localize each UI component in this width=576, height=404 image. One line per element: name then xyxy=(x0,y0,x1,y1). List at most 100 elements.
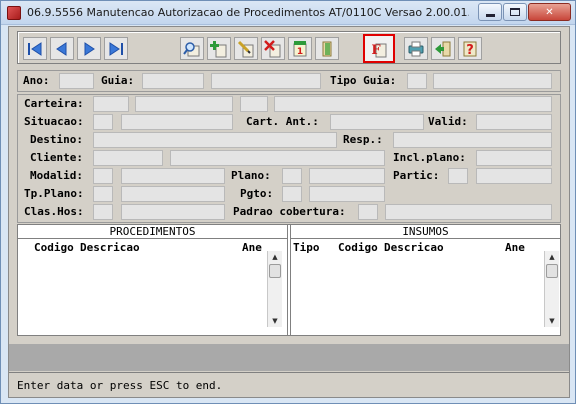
padrao-cobertura-description-field[interactable] xyxy=(385,204,552,220)
cliente-label: Cliente: xyxy=(30,151,83,164)
last-record-button[interactable] xyxy=(104,37,128,60)
procedimentos-title: PROCEDIMENTOS xyxy=(18,225,287,239)
window-title: 06.9.5556 Manutencao Autorizacao de Proc… xyxy=(27,6,469,19)
padrao-cobertura-field[interactable] xyxy=(358,204,378,220)
previous-record-icon xyxy=(56,41,67,56)
situacao-description-field[interactable] xyxy=(121,114,233,130)
tp-plano-description-field[interactable] xyxy=(121,186,225,202)
edit-icon xyxy=(237,40,254,57)
resp-label: Resp.: xyxy=(343,133,383,146)
destino-field[interactable] xyxy=(93,132,337,148)
scroll-up-icon[interactable]: ▲ xyxy=(545,251,559,263)
maximize-button[interactable] xyxy=(503,3,527,21)
scroll-down-icon[interactable]: ▼ xyxy=(545,315,559,327)
guia-description-field[interactable] xyxy=(211,73,321,89)
form-panel: Carteira: Situacao: Cart. Ant.: Valid: D… xyxy=(17,94,561,223)
modalid-field[interactable] xyxy=(93,168,113,184)
next-record-button[interactable] xyxy=(77,37,101,60)
procedimentos-scrollbar[interactable]: ▲ ▼ xyxy=(267,251,282,327)
padrao-cobertura-label: Padrao cobertura: xyxy=(233,205,346,218)
scroll-up-icon[interactable]: ▲ xyxy=(268,251,282,263)
incl-plano-label: Incl.plano: xyxy=(393,151,466,164)
print-button[interactable] xyxy=(404,37,428,60)
previous-record-button[interactable] xyxy=(50,37,74,60)
carteira-field[interactable] xyxy=(93,96,129,112)
procedimentos-ane-header[interactable]: Ane xyxy=(242,241,262,254)
close-icon: ✕ xyxy=(545,6,554,18)
scroll-down-icon[interactable]: ▼ xyxy=(268,315,282,327)
svg-text:1: 1 xyxy=(297,47,303,57)
next-record-icon xyxy=(84,41,95,56)
delete-button[interactable] xyxy=(261,37,285,60)
plano-label: Plano: xyxy=(231,169,271,182)
tp-plano-field[interactable] xyxy=(93,186,113,202)
carteira-name-field[interactable] xyxy=(135,96,233,112)
help-button[interactable]: ? xyxy=(458,37,482,60)
partic-description-field[interactable] xyxy=(476,168,552,184)
pgto-description-field[interactable] xyxy=(309,186,385,202)
add-icon xyxy=(210,40,227,57)
ano-field[interactable] xyxy=(59,73,94,89)
svg-text:F: F xyxy=(371,43,381,58)
exit-door-button[interactable] xyxy=(315,37,339,60)
minimize-icon xyxy=(485,13,495,17)
insumos-panel: INSUMOS Tipo Codigo Descricao Ane ▲ ▼ xyxy=(290,225,560,335)
carteira-holder-field[interactable] xyxy=(274,96,552,112)
app-icon xyxy=(7,6,21,20)
clas-hos-description-field[interactable] xyxy=(121,204,225,220)
go-to-button[interactable]: 1 xyxy=(288,37,312,60)
client-area: 1 F ? Ano: Guia: Tipo Guia: Carteira: Si… xyxy=(8,26,570,398)
procedimentos-codigo-header[interactable]: Codigo xyxy=(34,241,74,254)
guia-field[interactable] xyxy=(142,73,204,89)
search-button[interactable] xyxy=(180,37,204,60)
plano-description-field[interactable] xyxy=(309,168,385,184)
edit-button[interactable] xyxy=(234,37,258,60)
clas-hos-label: Clas.Hos: xyxy=(24,205,84,218)
procedimentos-panel: PROCEDIMENTOS Codigo Descricao Ane ▲ ▼ xyxy=(18,225,288,335)
filter-button[interactable]: F xyxy=(363,34,395,63)
resp-field[interactable] xyxy=(393,132,552,148)
delete-icon xyxy=(264,39,281,57)
maximize-icon xyxy=(510,8,520,16)
pgto-field[interactable] xyxy=(282,186,302,202)
insumos-codigo-header[interactable]: Codigo xyxy=(338,241,378,254)
incl-plano-field[interactable] xyxy=(476,150,552,166)
situacao-field[interactable] xyxy=(93,114,113,130)
modalid-description-field[interactable] xyxy=(121,168,225,184)
partic-label: Partic: xyxy=(393,169,440,182)
cliente-name-field[interactable] xyxy=(170,150,385,166)
cliente-field[interactable] xyxy=(93,150,163,166)
guia-label: Guia: xyxy=(101,74,135,87)
insumos-scrollbar[interactable]: ▲ ▼ xyxy=(544,251,559,327)
insumos-title: INSUMOS xyxy=(291,225,560,239)
minimize-button[interactable] xyxy=(478,3,502,21)
clas-hos-field[interactable] xyxy=(93,204,113,220)
status-message: Enter data or press ESC to end. xyxy=(17,379,223,392)
first-record-button[interactable] xyxy=(23,37,47,60)
close-button[interactable]: ✕ xyxy=(528,3,571,21)
carteira-digit-field[interactable] xyxy=(240,96,268,112)
scroll-thumb[interactable] xyxy=(546,264,558,278)
svg-text:?: ? xyxy=(466,43,474,58)
insumos-ane-header[interactable]: Ane xyxy=(505,241,525,254)
tipo-guia-field[interactable] xyxy=(407,73,427,89)
exit-button[interactable] xyxy=(431,37,455,60)
print-icon xyxy=(408,41,424,56)
valid-field[interactable] xyxy=(476,114,552,130)
bottom-band xyxy=(9,344,569,371)
exit-icon xyxy=(435,41,451,56)
scroll-thumb[interactable] xyxy=(269,264,281,278)
first-record-icon xyxy=(28,41,42,56)
add-button[interactable] xyxy=(207,37,231,60)
tipo-guia-description-field[interactable] xyxy=(433,73,552,89)
insumos-descricao-header[interactable]: Descricao xyxy=(384,241,444,254)
plano-field[interactable] xyxy=(282,168,302,184)
toolbar: 1 F ? xyxy=(17,31,561,64)
header-panel: Ano: Guia: Tipo Guia: xyxy=(17,70,561,92)
procedimentos-descricao-header[interactable]: Descricao xyxy=(80,241,140,254)
partic-field[interactable] xyxy=(448,168,468,184)
insumos-tipo-header[interactable]: Tipo xyxy=(293,241,320,254)
title-bar[interactable]: 06.9.5556 Manutencao Autorizacao de Proc… xyxy=(1,1,575,25)
cart-ant-field[interactable] xyxy=(330,114,424,130)
situacao-label: Situacao: xyxy=(24,115,84,128)
